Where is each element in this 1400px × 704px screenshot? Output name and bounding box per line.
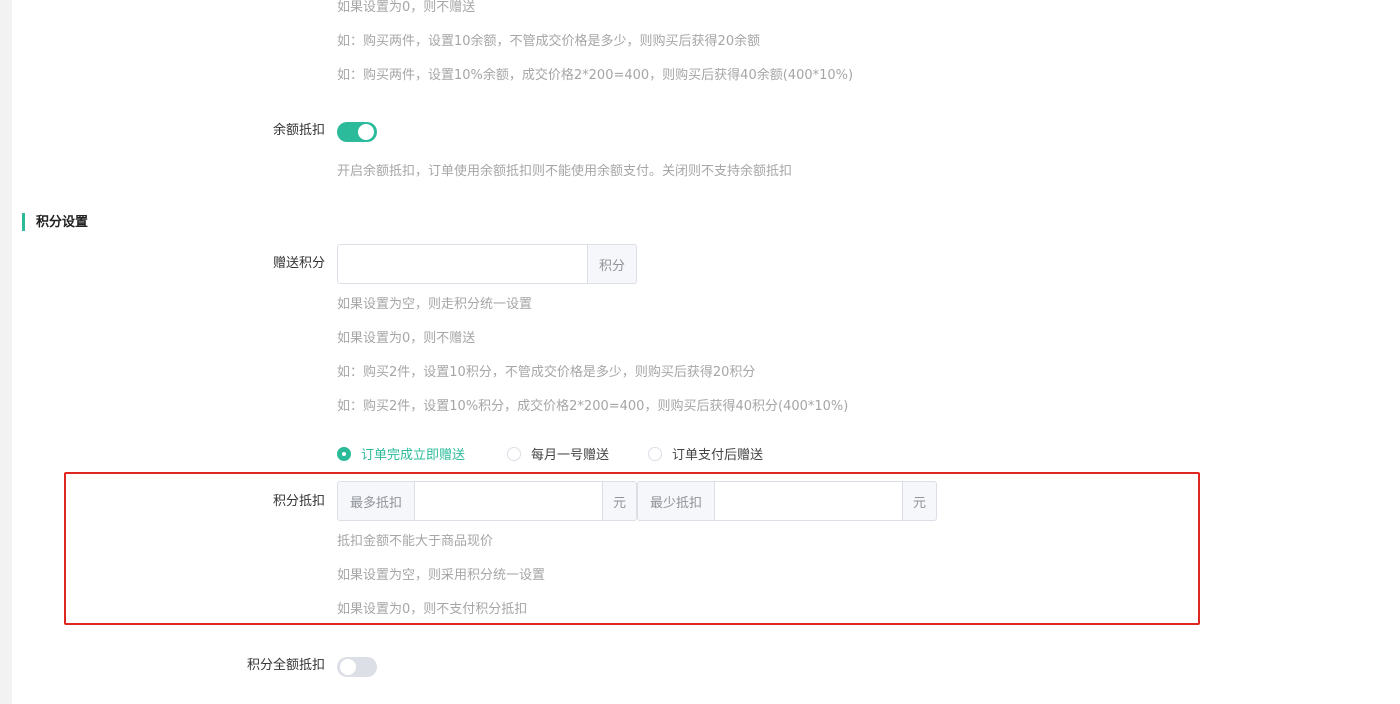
- radio-circle: [337, 446, 351, 461]
- points-section-title: 积分设置: [36, 215, 89, 230]
- section-accent-bar: [22, 213, 25, 231]
- switch-knob: [340, 659, 356, 675]
- max-deduction-suffix: 元: [602, 481, 637, 521]
- gift-points-hint-empty: 如果设置为空，则走积分统一设置: [337, 297, 533, 312]
- min-deduction-prefix: 最少抵扣: [637, 481, 715, 521]
- radio-label: 订单完成立即赠送: [361, 448, 466, 463]
- points-deduction-label: 积分抵扣: [272, 494, 325, 509]
- switch-knob: [358, 124, 374, 140]
- max-deduction-prefix: 最多抵扣: [337, 481, 415, 521]
- radio-circle: [507, 446, 521, 461]
- balance-hint-zero: 如果设置为0，则不赠送: [337, 0, 476, 15]
- balance-deduction-label: 余额抵扣: [272, 123, 325, 138]
- points-deduction-hint-zero: 如果设置为0，则不支付积分抵扣: [337, 602, 528, 617]
- balance-deduction-switch[interactable]: [337, 122, 377, 142]
- radio-gift-after-payment[interactable]: 订单支付后赠送: [648, 444, 763, 463]
- points-full-deduction-label: 积分全额抵扣: [246, 658, 325, 673]
- radio-gift-on-complete[interactable]: 订单完成立即赠送: [337, 444, 465, 463]
- radio-circle: [648, 446, 662, 461]
- min-deduction-input[interactable]: [715, 481, 902, 521]
- points-full-deduction-switch[interactable]: [337, 657, 377, 677]
- balance-deduction-hint: 开启余额抵扣，订单使用余额抵扣则不能使用余额支付。关闭则不支持余额抵扣: [337, 164, 793, 179]
- points-deduction-hint-empty: 如果设置为空，则采用积分统一设置: [337, 568, 546, 583]
- balance-hint-percent: 如：购买两件，设置10%余额，成交价格2*200=400，则购买后获得40余额(…: [337, 68, 854, 83]
- left-gutter: [0, 0, 12, 704]
- gift-points-hint-fixed: 如：购买2件，设置10积分，不管成交价格是多少，则购买后获得20积分: [337, 365, 756, 380]
- min-deduction-suffix: 元: [902, 481, 937, 521]
- balance-hint-fixed: 如：购买两件，设置10余额，不管成交价格是多少，则购买后获得20余额: [337, 34, 761, 49]
- gift-points-input[interactable]: [337, 244, 588, 284]
- gift-points-label: 赠送积分: [272, 256, 325, 271]
- radio-label: 订单支付后赠送: [672, 448, 764, 463]
- gift-points-input-group: 积分: [337, 244, 637, 284]
- radio-gift-monthly[interactable]: 每月一号赠送: [507, 444, 609, 463]
- gift-points-hint-percent: 如：购买2件，设置10%积分，成交价格2*200=400，则购买后获得40积分(…: [337, 399, 849, 414]
- points-deduction-hint-limit: 抵扣金额不能大于商品现价: [337, 534, 494, 549]
- points-deduction-min-group: 最少抵扣 元: [637, 481, 937, 521]
- gift-points-hint-zero: 如果设置为0，则不赠送: [337, 331, 476, 346]
- gift-points-suffix: 积分: [588, 244, 637, 284]
- max-deduction-input[interactable]: [415, 481, 602, 521]
- points-deduction-max-group: 最多抵扣 元: [337, 481, 637, 521]
- radio-label: 每月一号赠送: [531, 448, 610, 463]
